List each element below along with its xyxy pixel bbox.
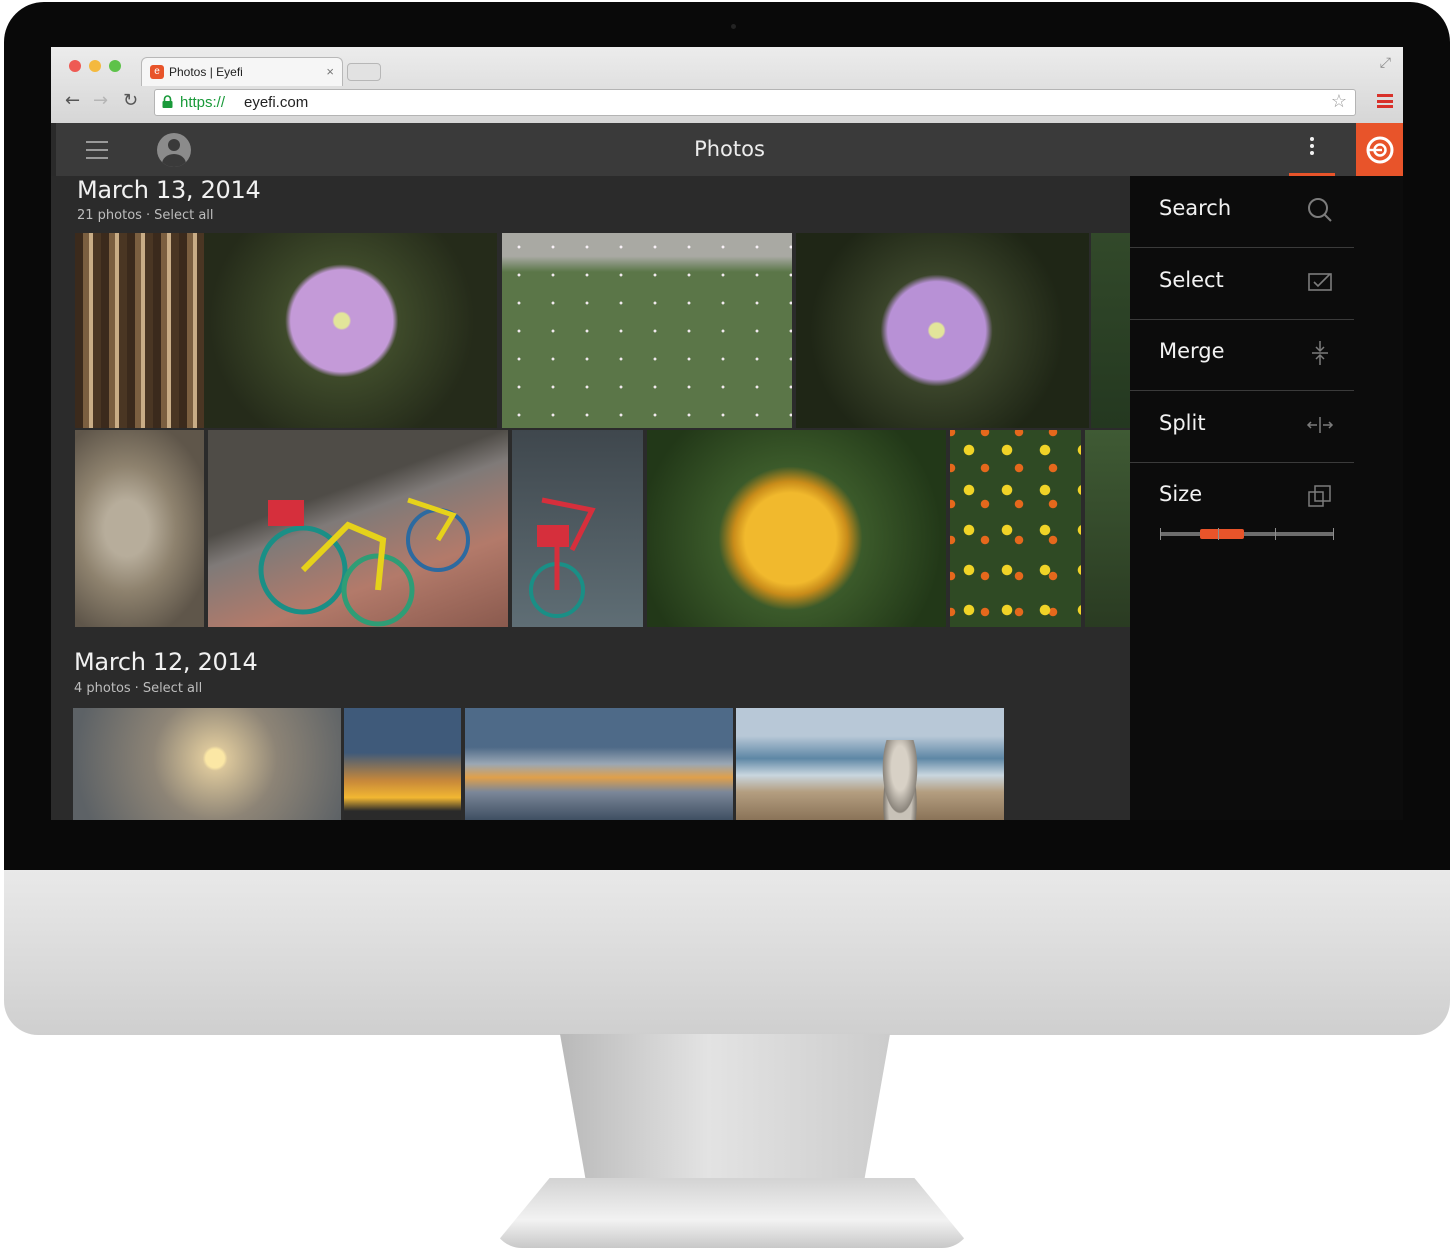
photo-foliage[interactable] <box>1091 233 1131 428</box>
url-scheme: https:// <box>180 94 226 111</box>
group-meta: 21 photos · Select all <box>77 208 214 223</box>
photo-purple-flower-2[interactable] <box>796 233 1089 428</box>
camera <box>731 24 736 29</box>
side-menu: Search Select Merge Split Size <box>1130 176 1403 820</box>
photo-count-2: 4 photos <box>74 681 131 696</box>
select-all-link-2[interactable]: Select all <box>143 681 202 696</box>
group-date-title-2: March 12, 2014 <box>74 648 258 676</box>
screen: e Photos | Eyefi × ⤢ ← → ↻ https:// eyef… <box>51 47 1403 820</box>
menu-item-label: Select <box>1159 268 1224 292</box>
photo-orange-yellow-flowers[interactable] <box>950 430 1081 627</box>
url-host: eyefi.com <box>244 94 309 111</box>
minimize-window-button[interactable] <box>89 60 101 72</box>
bicycle-graphic <box>529 497 596 618</box>
browser-tab[interactable]: e Photos | Eyefi × <box>141 57 343 86</box>
bookmark-star-icon[interactable]: ☆ <box>1331 91 1347 112</box>
fullscreen-icon[interactable]: ⤢ <box>1380 55 1391 71</box>
address-bar[interactable]: https:// eyefi.com ☆ <box>154 89 1356 116</box>
select-all-link[interactable]: Select all <box>154 208 213 223</box>
photo-pink-wildflowers[interactable] <box>502 233 792 428</box>
menu-item-split[interactable]: Split <box>1130 391 1354 463</box>
more-options-icon[interactable] <box>1289 123 1335 176</box>
group-meta-2: 4 photos · Select all <box>74 681 202 696</box>
slider-tick <box>1275 528 1276 540</box>
menu-item-label: Merge <box>1159 339 1225 363</box>
menu-item-label: Split <box>1159 411 1206 435</box>
new-tab-button[interactable] <box>347 63 381 81</box>
monitor-chin <box>4 870 1450 1035</box>
photo-beach-stones[interactable] <box>736 708 1004 820</box>
stacked-stones <box>880 740 920 820</box>
photo-grid: March 13, 2014 21 photos · Select all Ma… <box>51 176 1131 820</box>
browser-menu-icon[interactable] <box>1377 94 1393 108</box>
menu-item-merge[interactable]: Merge <box>1130 319 1354 391</box>
group-date-title: March 13, 2014 <box>77 176 261 204</box>
photo-colorful-bicycles[interactable] <box>208 430 508 627</box>
maximize-window-button[interactable] <box>109 60 121 72</box>
merge-icon <box>1312 341 1328 365</box>
reload-icon[interactable]: ↻ <box>123 90 138 111</box>
monitor-base <box>492 1178 972 1248</box>
photo-count: 21 photos <box>77 208 142 223</box>
close-window-button[interactable] <box>69 60 81 72</box>
photo-sunset-clouds[interactable] <box>344 708 461 820</box>
size-icon <box>1308 485 1331 507</box>
eyefi-logo-icon[interactable] <box>1356 123 1403 176</box>
size-slider[interactable] <box>1160 528 1334 540</box>
photo-sunset-water[interactable] <box>465 708 733 820</box>
select-checkbox-icon <box>1308 273 1332 291</box>
menu-item-label: Size <box>1159 482 1203 506</box>
photo-tree-bark[interactable] <box>75 233 204 428</box>
photo-foliage-2[interactable] <box>1085 430 1131 627</box>
photo-bicycles[interactable] <box>512 430 643 627</box>
menu-item-select[interactable]: Select <box>1130 248 1354 320</box>
tab-title: Photos | Eyefi <box>169 65 243 79</box>
tab-close-button[interactable]: × <box>326 64 334 79</box>
split-icon <box>1306 417 1334 433</box>
lock-icon <box>162 95 173 108</box>
search-icon <box>1308 198 1332 222</box>
photo-purple-flower[interactable] <box>204 233 497 428</box>
back-arrow-icon[interactable]: ← <box>65 90 80 111</box>
menu-item-label: Search <box>1159 196 1232 220</box>
photo-sunset-sky[interactable] <box>73 708 341 820</box>
monitor-stand <box>560 1034 890 1184</box>
size-slider-thumb[interactable] <box>1200 529 1244 539</box>
slider-tick <box>1160 528 1161 540</box>
meta-separator-2: · <box>134 681 139 696</box>
menu-item-search[interactable]: Search <box>1130 176 1354 248</box>
eyefi-favicon-icon: e <box>150 65 164 79</box>
browser-chrome: e Photos | Eyefi × ⤢ ← → ↻ https:// eyef… <box>51 47 1403 123</box>
app-header: Photos <box>56 123 1403 176</box>
slider-tick <box>1333 528 1334 540</box>
photo-tree-trunk[interactable] <box>75 430 204 627</box>
forward-arrow-icon[interactable]: → <box>93 90 108 111</box>
slider-tick <box>1218 528 1219 540</box>
photo-yellow-poppy[interactable] <box>647 430 946 627</box>
bicycles-graphic <box>258 497 470 627</box>
meta-separator: · <box>145 208 151 223</box>
page-title: Photos <box>694 137 765 161</box>
